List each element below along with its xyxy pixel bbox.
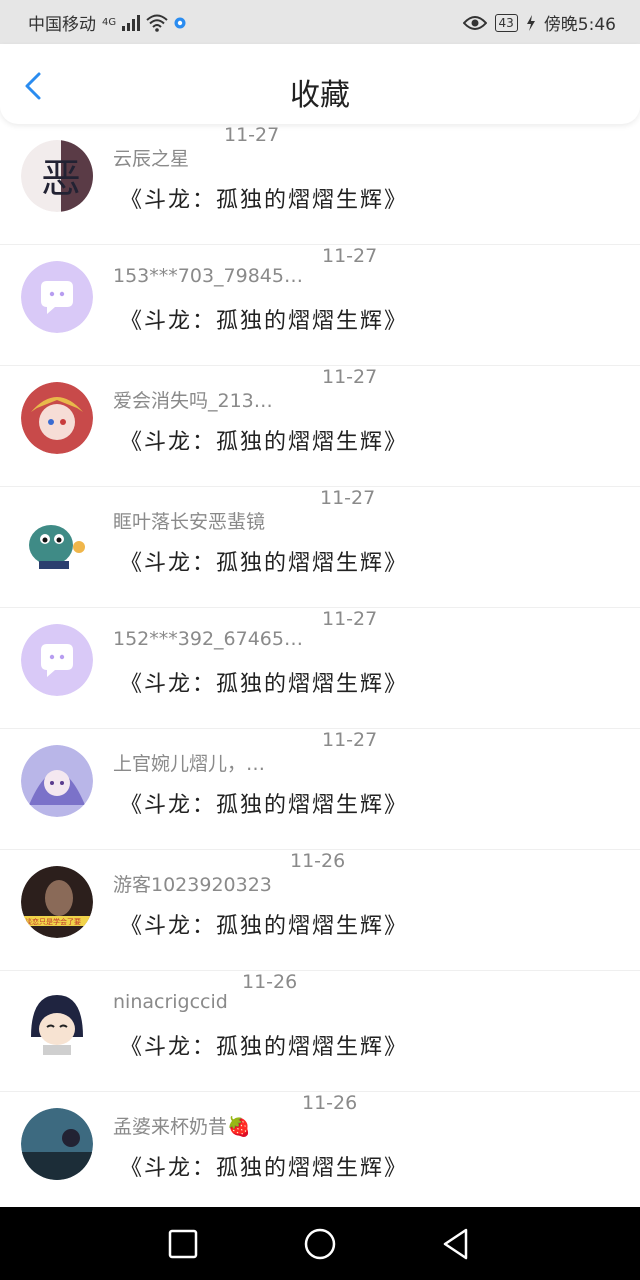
- blue-photo-avatar-icon: [21, 1108, 93, 1180]
- list-item[interactable]: 153***703_798454… 11-27 《斗龙：孤独的熠熠生辉》: [0, 245, 640, 366]
- svg-text:恶: 恶: [41, 156, 81, 202]
- item-meta: 上官婉儿熠儿，…: [113, 749, 265, 776]
- username: 153***703_798454…: [113, 265, 303, 287]
- username: 152***392_674659…: [113, 628, 303, 650]
- status-left: 中国移动 4G: [28, 10, 186, 35]
- list-item[interactable]: 眶叶落长安恶蜚镜 11-27 《斗龙：孤独的熠熠生辉》: [0, 487, 640, 608]
- recent-apps-button[interactable]: [166, 1227, 200, 1261]
- purple-anime-avatar-icon: [21, 745, 93, 817]
- date: 11-27: [322, 245, 378, 267]
- date: 11-27: [322, 729, 378, 751]
- favorite-title: 《斗龙：孤独的熠熠生辉》: [120, 1156, 409, 1181]
- date: 11-26: [290, 850, 346, 872]
- username: 孟婆来杯奶昔🍓: [113, 1116, 251, 1138]
- username: ninacrigccid: [113, 991, 228, 1013]
- header-bar: 收藏: [0, 44, 640, 124]
- favorite-title: 《斗龙：孤独的熠熠生辉》: [120, 551, 409, 576]
- system-nav-bar: [0, 1207, 640, 1280]
- item-meta: 眶叶落长安恶蜚镜: [113, 507, 265, 534]
- avatar[interactable]: 恶: [21, 140, 93, 212]
- date: 11-26: [302, 1092, 358, 1114]
- username: 云辰之星: [113, 148, 190, 170]
- avatar[interactable]: [21, 987, 93, 1059]
- list-item[interactable]: ninacrigccid 11-26 《斗龙：孤独的熠熠生辉》: [0, 971, 640, 1092]
- eye-comfort-icon: [462, 15, 487, 30]
- date: 11-27: [320, 487, 376, 509]
- list-item[interactable]: 爱会消失吗_213… 11-27 《斗龙：孤独的熠熠生辉》: [0, 366, 640, 487]
- anime-girl-avatar-icon: [21, 382, 93, 454]
- avatar[interactable]: 谈恋只是学会了要: [21, 866, 93, 938]
- page-title: 收藏: [290, 78, 350, 113]
- username: 爱会消失吗_213…: [113, 390, 273, 412]
- favorite-title: 《斗龙：孤独的熠熠生辉》: [120, 1035, 409, 1060]
- item-meta: 孟婆来杯奶昔🍓: [113, 1112, 251, 1139]
- avatar[interactable]: [21, 382, 93, 454]
- username: 游客1023920323: [113, 874, 272, 896]
- battery-level: 43: [494, 13, 518, 32]
- system-back-button[interactable]: [439, 1227, 473, 1261]
- photo-avatar-icon: [21, 866, 93, 938]
- triangle-back-icon: [443, 1228, 468, 1260]
- item-meta: 爱会消失吗_213…: [113, 386, 273, 413]
- list-item[interactable]: 谈恋只是学会了要 游客1023920323 11-26 《斗龙：孤独的熠熠生辉》: [0, 850, 640, 971]
- clock: 傍晚5:46: [543, 15, 616, 35]
- signal-icon: [122, 14, 141, 31]
- avatar[interactable]: [21, 503, 93, 575]
- carrier-label: 中国移动: [28, 15, 96, 35]
- wifi-icon: [146, 14, 168, 32]
- favorite-title: 《斗龙：孤独的熠熠生辉》: [120, 430, 409, 455]
- favorites-list: 恶 云辰之星 11-27 《斗龙：孤独的熠熠生辉》 153***703_7984…: [0, 124, 640, 1213]
- avatar-caption: 谈恋只是学会了要: [25, 918, 81, 926]
- status-right: 43 傍晚5:46: [462, 10, 616, 35]
- favorite-title: 《斗龙：孤独的熠熠生辉》: [120, 309, 409, 334]
- dinosaur-avatar-icon: [21, 503, 93, 575]
- chat-bubble-icon: [21, 624, 93, 696]
- favorite-title: 《斗龙：孤独的熠熠生辉》: [120, 914, 409, 939]
- avatar[interactable]: [21, 1108, 93, 1180]
- date: 11-27: [322, 608, 378, 630]
- square-icon: [168, 1229, 198, 1259]
- item-meta: 152***392_674659…: [113, 628, 303, 650]
- ink-character-avatar-icon: 恶: [21, 140, 93, 212]
- item-meta: 游客1023920323: [113, 870, 272, 897]
- status-bar: 中国移动 4G 43 傍晚5:46: [0, 0, 640, 44]
- date: 11-26: [242, 971, 298, 993]
- app-notification-icon: [174, 17, 186, 28]
- home-button[interactable]: [303, 1227, 337, 1261]
- avatar[interactable]: [21, 261, 93, 333]
- list-item[interactable]: 孟婆来杯奶昔🍓 11-26 《斗龙：孤独的熠熠生辉》: [0, 1092, 640, 1213]
- network-type: 4G: [102, 17, 117, 28]
- avatar[interactable]: [21, 745, 93, 817]
- circle-icon: [304, 1228, 336, 1260]
- favorite-title: 《斗龙：孤独的熠熠生辉》: [120, 793, 409, 818]
- item-meta: 云辰之星: [113, 144, 189, 171]
- date: 11-27: [224, 124, 280, 146]
- favorite-title: 《斗龙：孤独的熠熠生辉》: [120, 672, 409, 697]
- list-item[interactable]: 恶 云辰之星 11-27 《斗龙：孤独的熠熠生辉》: [0, 124, 640, 245]
- avatar[interactable]: [21, 624, 93, 696]
- date: 11-27: [322, 366, 378, 388]
- chibi-avatar-icon: [21, 987, 93, 1059]
- charging-icon: [526, 14, 535, 31]
- list-item[interactable]: 152***392_674659… 11-27 《斗龙：孤独的熠熠生辉》: [0, 608, 640, 729]
- favorite-title: 《斗龙：孤独的熠熠生辉》: [120, 188, 409, 213]
- chat-bubble-icon: [21, 261, 93, 333]
- item-meta: ninacrigccid: [113, 991, 228, 1013]
- item-meta: 153***703_798454…: [113, 265, 303, 287]
- list-item[interactable]: 上官婉儿熠儿，… 11-27 《斗龙：孤独的熠熠生辉》: [0, 729, 640, 850]
- username: 眶叶落长安恶蜚镜: [113, 511, 266, 533]
- username: 上官婉儿熠儿，…: [113, 753, 266, 775]
